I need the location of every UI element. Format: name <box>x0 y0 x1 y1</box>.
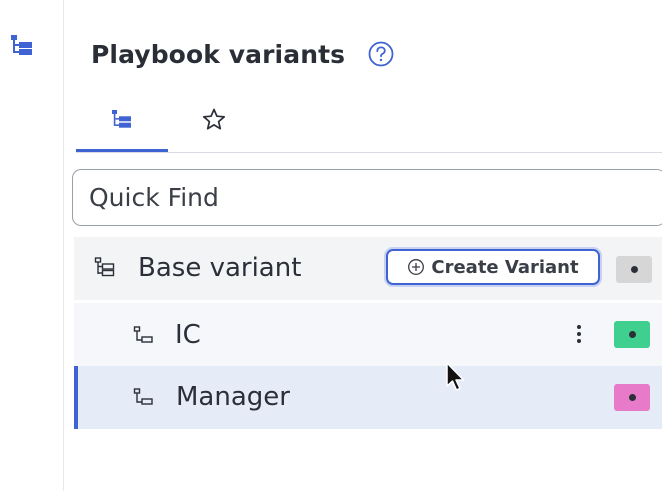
create-variant-label: Create Variant <box>431 256 579 278</box>
sub-variant-icon <box>132 324 156 348</box>
variant-tree-icon <box>109 108 135 136</box>
variant-tree-icon <box>93 256 117 280</box>
variant-tree-icon[interactable] <box>8 33 36 59</box>
star-icon <box>200 106 228 138</box>
question-circle-icon[interactable] <box>367 40 395 68</box>
kebab-menu-icon[interactable] <box>572 319 586 351</box>
variant-color-swatch[interactable] <box>614 384 650 411</box>
plus-circle-icon <box>407 258 425 276</box>
variant-row-base[interactable]: Base variant Create Variant <box>74 237 662 300</box>
panel-header: Playbook variants <box>91 36 395 72</box>
page-title: Playbook variants <box>91 39 346 69</box>
swatch-dot <box>630 266 638 273</box>
swatch-dot <box>628 394 636 401</box>
variants-panel: Playbook variants Quick Find Base varian… <box>64 0 662 491</box>
create-variant-button[interactable]: Create Variant <box>386 249 600 285</box>
sub-variant-icon <box>132 386 156 410</box>
variant-tabs <box>76 94 662 153</box>
variant-row-manager[interactable]: Manager <box>74 366 662 429</box>
swatch-dot <box>628 331 636 338</box>
variant-color-swatch[interactable] <box>614 321 650 348</box>
left-rail <box>0 0 64 491</box>
variant-label: IC <box>175 320 201 350</box>
app-root: Playbook variants Quick Find Base varian… <box>0 0 662 491</box>
variant-color-swatch[interactable] <box>616 256 652 283</box>
tab-all-variants[interactable] <box>76 94 168 152</box>
variant-label: Base variant <box>138 253 302 283</box>
quick-find-input[interactable] <box>72 169 662 226</box>
variant-label: Manager <box>176 382 290 412</box>
tab-favorites[interactable] <box>176 94 252 150</box>
variant-row-ic[interactable]: IC <box>74 303 662 366</box>
